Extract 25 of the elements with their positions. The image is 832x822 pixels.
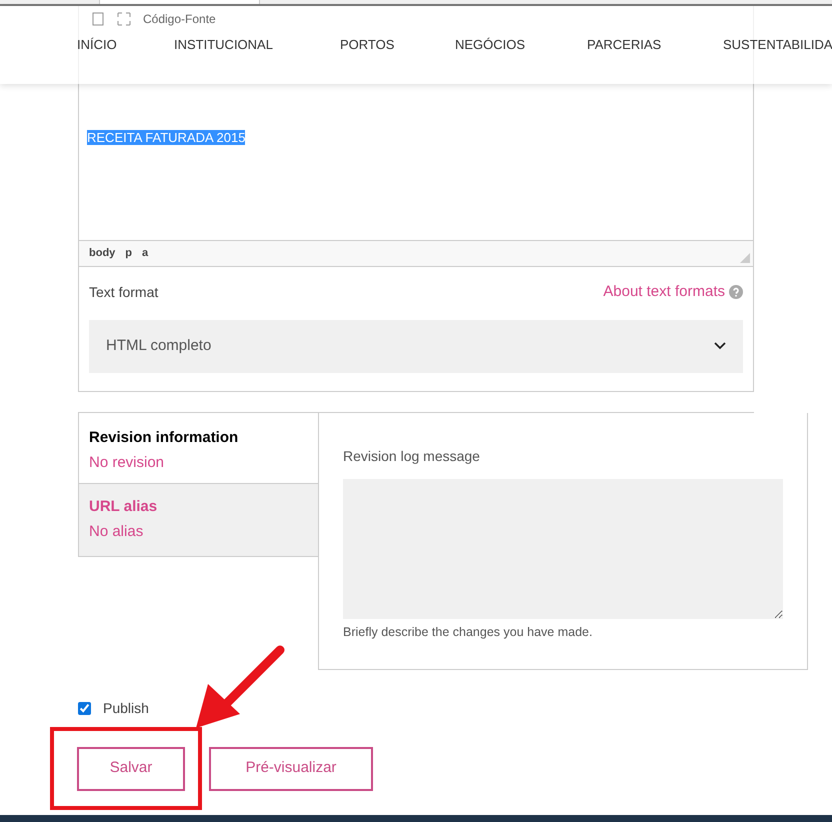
nav-link[interactable]: PARCERIAS — [587, 35, 723, 55]
element-path-link[interactable]: p — [125, 245, 132, 262]
nav-link[interactable]: NEGÓCIOS — [455, 35, 587, 55]
text-format-select[interactable]: HTML completo — [89, 320, 743, 372]
chevron-down-icon — [714, 342, 726, 350]
nav-link[interactable]: INSTITUCIONAL — [174, 35, 340, 55]
publish-label: Publish — [103, 698, 149, 718]
publish-checkbox[interactable] — [78, 702, 91, 714]
maximize-icon[interactable] — [117, 12, 131, 26]
resize-handle-icon[interactable] — [740, 253, 750, 263]
element-path-link[interactable]: a — [142, 245, 148, 262]
about-text-formats-link[interactable]: About text formats — [603, 281, 725, 304]
revision-log-description: Briefly describe the changes you have made. — [343, 624, 594, 641]
revision-log-label: Revision log message — [343, 446, 481, 466]
form-button[interactable]: Pré-visualizar — [209, 746, 373, 790]
form-button[interactable]: Salvar — [77, 746, 185, 790]
vertical-tab[interactable]: URL alias No alias — [78, 482, 318, 556]
toolbar-document-icon[interactable] — [91, 12, 105, 26]
nav-link[interactable]: PORTOS — [340, 35, 455, 55]
source-code-button[interactable]: Código-Fonte — [143, 11, 216, 27]
element-path-link[interactable]: body — [89, 245, 116, 262]
nav-link[interactable]: INÍCIO — [77, 35, 174, 55]
help-icon[interactable] — [729, 285, 743, 300]
editor-text: RECEITA FATURADA 2015 — [87, 130, 246, 145]
text-format-label: Text format — [89, 282, 158, 302]
